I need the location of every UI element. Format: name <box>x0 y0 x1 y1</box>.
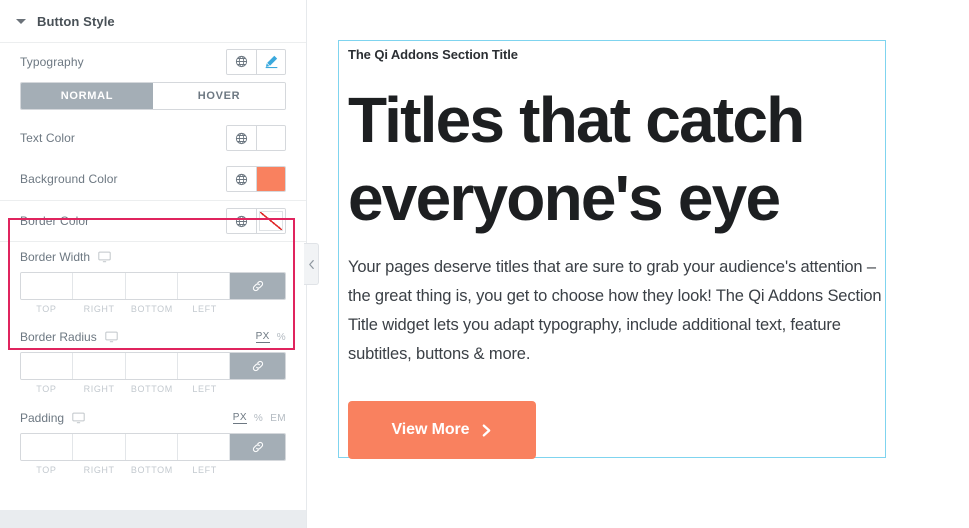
typography-control-group[interactable] <box>226 48 286 75</box>
elementor-editor-screen: Button Style Typography NORMAL HOVER Tex… <box>0 0 969 528</box>
border-width-dims: TOP RIGHT BOTTOM LEFT <box>0 272 306 314</box>
border-radius-left-input[interactable] <box>177 353 230 379</box>
border-width-right-input[interactable] <box>73 273 126 299</box>
unit-px[interactable]: PX <box>255 331 270 343</box>
unit-percent[interactable]: % <box>254 413 263 424</box>
preview-canvas: The Qi Addons Section Title Titles that … <box>307 0 969 528</box>
control-label-border-width: Border Width <box>20 250 91 264</box>
padding-units: PX % EM <box>232 412 286 424</box>
label-left: LEFT <box>192 304 217 314</box>
text-color-control-group[interactable] <box>226 125 286 151</box>
border-width-inputs <box>20 272 286 300</box>
label-right: RIGHT <box>83 304 115 314</box>
label-bottom: BOTTOM <box>130 384 173 394</box>
label-right: RIGHT <box>83 384 115 394</box>
control-typography: Typography <box>0 43 306 80</box>
globe-icon[interactable] <box>227 209 256 233</box>
padding-top-input[interactable] <box>21 434 74 460</box>
view-more-button[interactable]: View More <box>348 401 536 459</box>
label-left: LEFT <box>192 465 217 475</box>
no-color-slash-icon <box>259 211 283 231</box>
label-bottom: BOTTOM <box>130 304 173 314</box>
control-background-color: Background Color <box>0 158 306 200</box>
link-chain-icon[interactable] <box>230 273 285 299</box>
link-chain-icon[interactable] <box>230 353 285 379</box>
border-width-left-input[interactable] <box>177 273 230 299</box>
border-radius-dims: TOP RIGHT BOTTOM LEFT <box>0 352 306 394</box>
control-border-color: Border Color <box>0 201 306 241</box>
page-title: Button Style <box>37 13 115 29</box>
unit-percent[interactable]: % <box>277 332 286 343</box>
label-top: TOP <box>36 465 57 475</box>
control-header-padding: Padding PX % EM <box>0 403 306 433</box>
control-label-border-radius: Border Radius <box>20 330 97 344</box>
control-label-border-color: Border Color <box>20 214 90 228</box>
color-swatch[interactable] <box>256 167 285 191</box>
border-radius-units: PX % <box>255 331 286 343</box>
padding-bottom-input[interactable] <box>125 434 178 460</box>
control-header-border-width: Border Width <box>0 242 306 272</box>
desktop-monitor-icon[interactable] <box>72 412 85 424</box>
section-title-widget[interactable]: The Qi Addons Section Title Titles that … <box>338 40 886 459</box>
border-width-bottom-input[interactable] <box>125 273 178 299</box>
widget-main-title: Titles that catch everyone's eye <box>348 84 805 234</box>
globe-icon[interactable] <box>227 49 256 74</box>
border-radius-inputs <box>20 352 286 380</box>
label-top: TOP <box>36 304 57 314</box>
pencil-edit-icon[interactable] <box>256 49 285 74</box>
border-width-side-labels: TOP RIGHT BOTTOM LEFT <box>20 300 286 314</box>
border-width-top-input[interactable] <box>21 273 74 299</box>
border-radius-bottom-input[interactable] <box>125 353 178 379</box>
control-label-padding: Padding <box>20 411 65 425</box>
color-swatch-empty[interactable] <box>256 126 285 150</box>
style-settings-sidebar: Button Style Typography NORMAL HOVER Tex… <box>0 0 307 528</box>
panel-footer-bar <box>0 510 306 528</box>
padding-left-input[interactable] <box>177 434 230 460</box>
label-right: RIGHT <box>83 465 115 475</box>
tab-normal[interactable]: NORMAL <box>21 83 153 109</box>
widget-eyebrow-text: The Qi Addons Section Title <box>348 47 518 62</box>
padding-dims: TOP RIGHT BOTTOM LEFT <box>0 433 306 475</box>
link-chain-icon[interactable] <box>230 434 285 460</box>
control-text-color: Text Color <box>0 118 306 158</box>
chevron-right-icon <box>483 423 491 437</box>
border-radius-right-input[interactable] <box>73 353 126 379</box>
color-swatch-none[interactable] <box>256 209 285 233</box>
label-left: LEFT <box>192 384 217 394</box>
globe-icon[interactable] <box>227 126 256 150</box>
widget-body-text: Your pages deserve titles that are sure … <box>348 258 882 363</box>
panel-section-header[interactable]: Button Style <box>0 0 306 43</box>
border-color-control-group[interactable] <box>226 208 286 234</box>
globe-icon[interactable] <box>227 167 256 191</box>
padding-side-labels: TOP RIGHT BOTTOM LEFT <box>20 461 286 475</box>
control-label-text-color: Text Color <box>20 131 76 145</box>
padding-right-input[interactable] <box>73 434 126 460</box>
state-tabs-row: NORMAL HOVER <box>0 80 306 118</box>
unit-px[interactable]: PX <box>232 412 247 424</box>
background-color-control-group[interactable] <box>226 166 286 192</box>
label-top: TOP <box>36 384 57 394</box>
control-label-typography: Typography <box>20 54 84 69</box>
view-more-button-label: View More <box>391 421 470 438</box>
controls-list: Typography NORMAL HOVER Text Color Backg… <box>0 43 306 475</box>
unit-em[interactable]: EM <box>270 413 286 424</box>
panel-collapse-handle[interactable] <box>304 243 319 285</box>
label-bottom: BOTTOM <box>130 465 173 475</box>
chevron-left-icon <box>308 259 314 269</box>
border-radius-side-labels: TOP RIGHT BOTTOM LEFT <box>20 380 286 394</box>
padding-inputs <box>20 433 286 461</box>
caret-down-icon <box>16 18 26 24</box>
desktop-monitor-icon[interactable] <box>105 331 118 343</box>
tab-hover[interactable]: HOVER <box>153 83 285 109</box>
control-label-background-color: Background Color <box>20 172 118 186</box>
border-radius-top-input[interactable] <box>21 353 74 379</box>
control-header-border-radius: Border Radius PX % <box>0 322 306 352</box>
state-tabs: NORMAL HOVER <box>20 82 286 110</box>
desktop-monitor-icon[interactable] <box>98 251 111 263</box>
